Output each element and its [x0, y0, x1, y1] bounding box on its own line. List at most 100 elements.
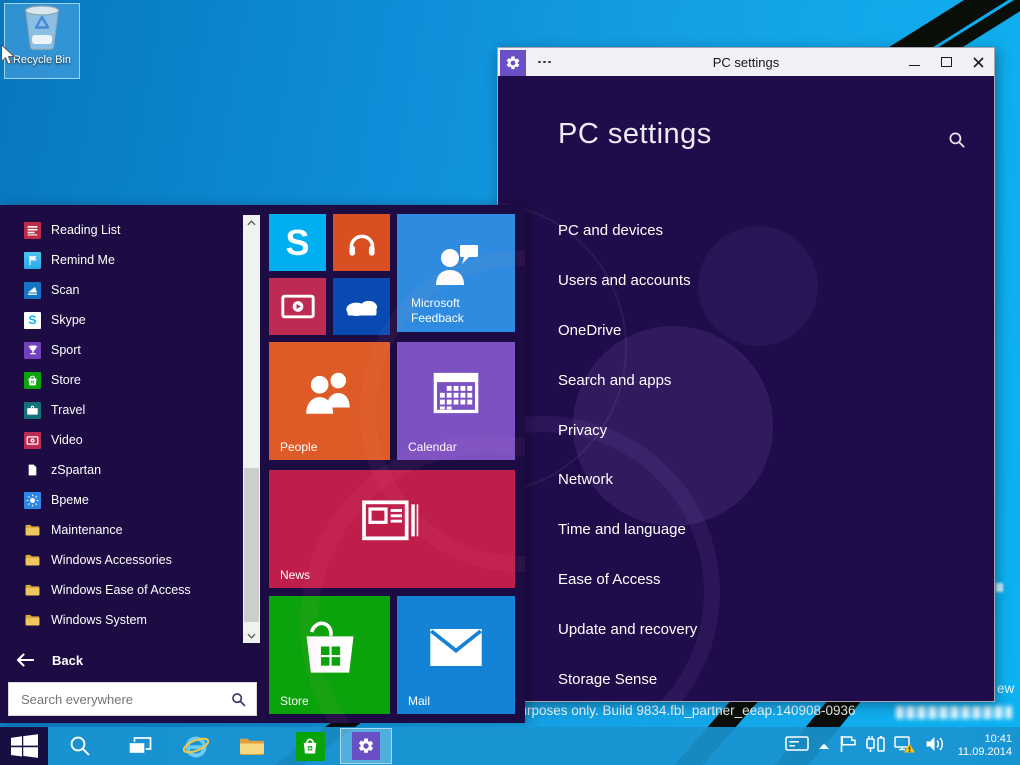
recycle-bin-desktop-icon[interactable]: Recycle Bin	[4, 3, 80, 79]
app-label: zSpartan	[51, 463, 101, 477]
app-item-sport[interactable]: Sport	[0, 335, 240, 365]
start-button[interactable]	[0, 727, 48, 765]
store-taskbar-button[interactable]	[290, 727, 330, 765]
folder-icon	[239, 737, 265, 756]
app-item-windows-accessories[interactable]: Windows Accessories	[0, 545, 240, 575]
power-battery-icon[interactable]	[865, 735, 885, 758]
action-center-flag-icon[interactable]	[839, 735, 856, 758]
nav-item-pc-and-devices[interactable]: PC and devices	[558, 206, 974, 256]
reading-list-icon	[24, 222, 41, 239]
tile-news[interactable]: News	[269, 470, 515, 588]
window-title: PC settings	[498, 55, 994, 70]
nav-item-privacy[interactable]: Privacy	[558, 405, 974, 455]
app-item-maintenance[interactable]: Maintenance	[0, 515, 240, 545]
app-item-vreme[interactable]: Време	[0, 485, 240, 515]
nav-item-update-and-recovery[interactable]: Update and recovery	[558, 604, 974, 654]
nav-item-onedrive[interactable]: OneDrive	[558, 306, 974, 356]
scroll-down-button[interactable]	[243, 628, 260, 643]
chevron-up-icon	[247, 220, 256, 226]
clock-date: 11.09.2014	[958, 746, 1012, 759]
window-titlebar[interactable]: PC settings	[498, 48, 994, 76]
store-bag-icon	[296, 732, 325, 761]
app-item-reading-list[interactable]: Reading List	[0, 215, 240, 245]
taskbar-search-button[interactable]	[60, 727, 100, 765]
folder-icon	[24, 582, 41, 599]
app-item-windows-ease-of-access[interactable]: Windows Ease of Access	[0, 575, 240, 605]
nav-item-ease-of-access[interactable]: Ease of Access	[558, 555, 974, 605]
scanner-icon	[24, 282, 41, 299]
app-label: Skype	[51, 313, 86, 327]
tile-onedrive[interactable]	[333, 278, 390, 335]
scroll-up-button[interactable]	[243, 215, 260, 230]
settings-search-button[interactable]	[948, 131, 966, 154]
scrollbar-thumb[interactable]	[244, 468, 259, 622]
app-item-travel[interactable]: Travel	[0, 395, 240, 425]
pc-settings-taskbar-button[interactable]	[340, 728, 392, 764]
video-player-icon	[269, 278, 326, 335]
tile-calendar[interactable]: Calendar	[397, 342, 515, 460]
skype-icon: S	[24, 312, 41, 329]
document-icon	[24, 462, 41, 479]
app-label: Windows Accessories	[51, 553, 172, 567]
tile-mail[interactable]: Mail	[397, 596, 515, 714]
nav-item-time-and-language[interactable]: Time and language	[558, 505, 974, 555]
speaker-icon[interactable]	[925, 735, 945, 758]
recycle-bin-icon	[22, 4, 62, 56]
touch-keyboard-icon[interactable]	[785, 735, 809, 757]
people-icon	[269, 342, 390, 444]
internet-explorer-button[interactable]	[176, 727, 216, 765]
search-icon	[948, 131, 966, 149]
pc-settings-body: PC settings PC and devices Users and acc…	[498, 76, 994, 701]
app-item-video[interactable]: Video	[0, 425, 240, 455]
mouse-cursor	[0, 44, 15, 67]
start-search-box[interactable]	[8, 682, 257, 716]
back-label: Back	[52, 653, 83, 668]
nav-item-users-and-accounts[interactable]: Users and accounts	[558, 256, 974, 306]
app-item-skype[interactable]: S Skype	[0, 305, 240, 335]
app-item-scan[interactable]: Scan	[0, 275, 240, 305]
app-list: Reading List Remind Me Scan S Skype	[0, 215, 240, 635]
app-item-zspartan[interactable]: zSpartan	[0, 455, 240, 485]
tile-skype[interactable]: S	[269, 214, 326, 271]
recycle-bin-label: Recycle Bin	[13, 54, 71, 66]
search-input[interactable]	[19, 691, 231, 708]
tile-label: Mail	[408, 694, 430, 708]
app-label: Remind Me	[51, 253, 115, 267]
show-hidden-icons-button[interactable]	[818, 737, 830, 755]
nav-item-search-and-apps[interactable]: Search and apps	[558, 355, 974, 405]
store-bag-icon	[269, 596, 390, 698]
tile-store[interactable]: Store	[269, 596, 390, 714]
taskbar-clock[interactable]: 10:41 11.09.2014	[954, 733, 1012, 759]
flag-icon	[24, 252, 41, 269]
headphones-icon	[333, 214, 390, 271]
tile-people[interactable]: People	[269, 342, 390, 460]
gear-icon	[352, 732, 380, 760]
internet-explorer-icon	[181, 731, 211, 761]
windows-logo-icon	[11, 734, 38, 758]
file-explorer-button[interactable]	[232, 727, 272, 765]
app-label: Maintenance	[51, 523, 123, 537]
tile-label: Calendar	[408, 440, 457, 454]
back-button[interactable]: Back	[0, 645, 83, 675]
trophy-icon	[24, 342, 41, 359]
search-icon	[231, 692, 246, 707]
tile-microsoft-feedback[interactable]: Microsoft Feedback	[397, 214, 515, 332]
watermark-fragment	[996, 583, 1003, 592]
sun-icon	[24, 492, 41, 509]
search-icon	[69, 735, 91, 757]
nav-item-network[interactable]: Network	[558, 455, 974, 505]
app-label: Video	[51, 433, 83, 447]
app-list-scrollbar[interactable]	[243, 215, 260, 643]
app-label: Sport	[51, 343, 81, 357]
tile-video[interactable]	[269, 278, 326, 335]
app-item-remind-me[interactable]: Remind Me	[0, 245, 240, 275]
tile-music[interactable]	[333, 214, 390, 271]
app-label: Windows System	[51, 613, 147, 627]
mail-envelope-icon	[397, 596, 515, 698]
task-view-button[interactable]	[120, 727, 160, 765]
nav-item-storage-sense[interactable]: Storage Sense	[558, 654, 974, 701]
app-item-store[interactable]: Store	[0, 365, 240, 395]
app-item-windows-system[interactable]: Windows System	[0, 605, 240, 635]
network-warning-icon[interactable]	[894, 735, 916, 758]
chevron-up-icon	[818, 742, 830, 750]
